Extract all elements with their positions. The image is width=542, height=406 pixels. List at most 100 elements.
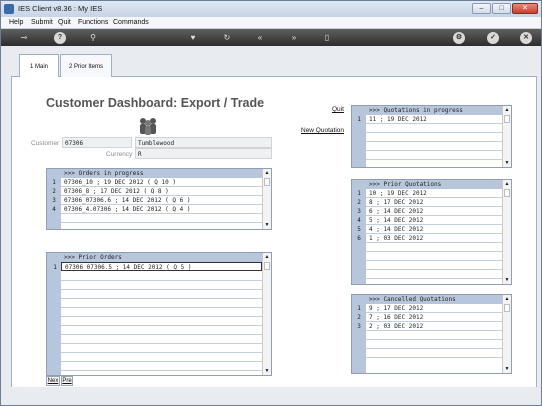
minimize-button[interactable]: – [472, 3, 491, 14]
cancelled-quotations-panel: >>> Cancelled Quotations 1 9 ; 17 DEC 201… [351, 294, 512, 374]
list-item[interactable] [61, 214, 262, 223]
list-item[interactable] [366, 142, 502, 151]
close-window-button[interactable]: ✕ [512, 3, 538, 14]
list-item[interactable] [366, 124, 502, 133]
app-window: IES Client v8.36 : My IES – □ ✕ Help Sub… [0, 0, 542, 406]
close-icon[interactable]: ✕ [520, 32, 532, 44]
scrollbar[interactable]: ▲ ▼ [502, 106, 511, 167]
list-item[interactable] [61, 362, 262, 371]
row-text: 07306_8 ; 17 DEC 2012 ( Q 8 ) [64, 188, 169, 195]
scroll-up-icon[interactable]: ▲ [503, 180, 511, 188]
currency-field[interactable]: R [135, 148, 272, 159]
scroll-up-icon[interactable]: ▲ [503, 295, 511, 303]
scroll-up-icon[interactable]: ▲ [503, 106, 511, 114]
list-item[interactable] [61, 317, 262, 326]
row-number: 3 [52, 197, 56, 204]
row-text: 5 ; 14 DEC 2012 [369, 217, 424, 224]
row-number: 2 [357, 314, 361, 321]
new-quotation-link[interactable]: New Quotation [301, 127, 344, 134]
list-item[interactable]: 3 07306_07306.6 ; 14 DEC 2012 ( Q 6 ) [52, 196, 262, 205]
list-item[interactable] [61, 272, 262, 281]
scroll-down-icon[interactable]: ▼ [263, 367, 271, 375]
list-item[interactable]: 1 10 ; 19 DEC 2012 [357, 189, 502, 198]
list-item[interactable] [61, 344, 262, 353]
list-item[interactable] [61, 335, 262, 344]
menu-quit[interactable]: Quit [58, 19, 71, 26]
scrollbar[interactable]: ▲ ▼ [502, 180, 511, 284]
refresh-icon[interactable]: ↻ [221, 32, 233, 44]
scroll-down-icon[interactable]: ▼ [503, 276, 511, 284]
menu-functions[interactable]: Functions [78, 19, 108, 26]
scrollbar[interactable]: ▲ ▼ [502, 295, 511, 373]
scrollbar[interactable]: ▲ ▼ [262, 169, 271, 229]
list-item[interactable] [366, 252, 502, 261]
next-button[interactable]: Nex [46, 376, 60, 386]
list-item[interactable] [366, 349, 502, 358]
page-icon[interactable]: ▯ [321, 32, 333, 44]
scroll-thumb[interactable] [264, 262, 270, 270]
tab-prior-items[interactable]: 2 Prior Items [60, 54, 112, 78]
list-item[interactable] [61, 281, 262, 290]
list-item[interactable] [61, 290, 262, 299]
key-icon[interactable]: ⊸ [15, 32, 33, 44]
list-item[interactable]: 3 6 ; 14 DEC 2012 [357, 207, 502, 216]
row-text: 07306_07306.5 ; 14 DEC 2012 ( Q 5 ) [65, 264, 192, 271]
orders-in-progress-panel: >>> Orders in progress 1 07306_10 ; 19 DE… [46, 168, 272, 230]
list-item[interactable] [366, 243, 502, 252]
toolbar: ⊸ ? ⚲ ♥ ↻ « » ▯ ⚙ ✓ ✕ [1, 29, 541, 46]
scroll-thumb[interactable] [504, 304, 510, 312]
scroll-up-icon[interactable]: ▲ [263, 253, 271, 261]
list-item[interactable]: 5 4 ; 14 DEC 2012 [357, 225, 502, 234]
scroll-down-icon[interactable]: ▼ [503, 365, 511, 373]
list-item[interactable]: 2 8 ; 17 DEC 2012 [357, 198, 502, 207]
list-item[interactable]: 4 5 ; 14 DEC 2012 [357, 216, 502, 225]
list-item[interactable] [366, 340, 502, 349]
title-bar: IES Client v8.36 : My IES – □ ✕ [1, 1, 541, 17]
search-icon[interactable]: ⚲ [87, 32, 99, 44]
tab-main[interactable]: 1 Main [19, 54, 59, 79]
settings-icon[interactable]: ⚙ [453, 32, 465, 44]
list-item[interactable]: 1 07306_10 ; 19 DEC 2012 ( Q 10 ) [52, 178, 262, 187]
maximize-button[interactable]: □ [492, 3, 511, 14]
list-item[interactable]: 1 11 ; 19 DEC 2012 [357, 115, 502, 124]
list-item[interactable]: 6 1 ; 03 DEC 2012 [357, 234, 502, 243]
info-icon[interactable]: ? [54, 32, 66, 44]
row-number: 4 [52, 206, 56, 213]
menu-submit[interactable]: Submit [31, 19, 53, 26]
quotations-in-progress-header: >>> Quotations in progress [352, 106, 502, 115]
scroll-down-icon[interactable]: ▼ [503, 159, 511, 167]
back-icon[interactable]: « [254, 32, 266, 44]
list-item[interactable] [366, 133, 502, 142]
list-item[interactable] [61, 308, 262, 317]
heart-icon[interactable]: ♥ [187, 32, 199, 44]
scroll-thumb[interactable] [504, 115, 510, 123]
list-item[interactable] [61, 353, 262, 362]
list-item[interactable] [366, 270, 502, 279]
scrollbar[interactable]: ▲ ▼ [262, 253, 271, 375]
list-item[interactable] [61, 299, 262, 308]
customer-code-field[interactable]: 07306 [62, 137, 132, 148]
scroll-thumb[interactable] [504, 189, 510, 197]
check-icon[interactable]: ✓ [487, 32, 499, 44]
row-text: 9 ; 17 DEC 2012 [369, 305, 424, 312]
list-item[interactable]: 3 2 ; 03 DEC 2012 [357, 322, 502, 331]
list-item[interactable] [366, 261, 502, 270]
scroll-down-icon[interactable]: ▼ [263, 221, 271, 229]
scroll-thumb[interactable] [264, 178, 270, 186]
list-item[interactable] [366, 331, 502, 340]
list-item[interactable]: 2 7 ; 16 DEC 2012 [357, 313, 502, 322]
list-item[interactable] [366, 151, 502, 160]
scroll-up-icon[interactable]: ▲ [263, 169, 271, 177]
list-item[interactable]: 1 07306_07306.5 ; 14 DEC 2012 ( Q 5 ) [53, 262, 262, 271]
menu-help[interactable]: Help [9, 19, 23, 26]
row-text: 4 ; 14 DEC 2012 [369, 226, 424, 233]
list-item[interactable]: 4 07306_4.07306 ; 14 DEC 2012 ( Q 4 ) [52, 205, 262, 214]
list-item[interactable]: 2 07306_8 ; 17 DEC 2012 ( Q 8 ) [52, 187, 262, 196]
forward-icon[interactable]: » [288, 32, 300, 44]
previous-button[interactable]: Pre [61, 376, 73, 386]
menu-commands[interactable]: Commands [113, 19, 149, 26]
list-item[interactable] [61, 326, 262, 335]
list-item[interactable]: 1 9 ; 17 DEC 2012 [357, 304, 502, 313]
quit-link[interactable]: Quit [332, 106, 344, 113]
customer-name-field[interactable]: Tumblewood [135, 137, 272, 148]
